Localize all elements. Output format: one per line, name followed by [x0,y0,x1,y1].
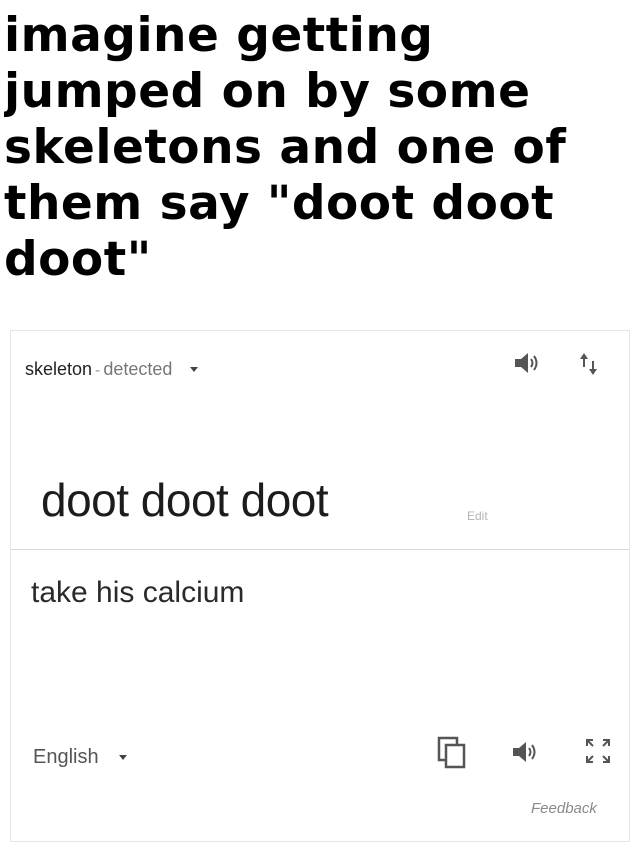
target-language-label: English [33,746,99,768]
meme-caption: imagine getting jumped on by some skelet… [4,8,567,287]
source-language-label: skeleton [25,359,93,379]
swap-languages-icon[interactable] [577,351,601,377]
feedback-link[interactable]: Feedback [531,800,597,817]
expand-icon[interactable] [583,736,613,766]
target-panel: take his calcium English Feedback [11,550,629,841]
language-separator: - [95,362,101,379]
translation-card: skeleton - detected doot doot doot Edit … [10,330,630,842]
source-language-selector[interactable]: skeleton - detected [25,359,199,380]
detected-label: detected [103,359,173,379]
copy-icon[interactable] [437,736,467,770]
dropdown-arrow-icon[interactable] [118,755,127,760]
edit-link[interactable]: Edit [467,509,488,523]
translated-text: take his calcium [31,576,245,609]
speaker-icon[interactable] [513,351,541,375]
target-language-selector[interactable]: English [33,746,127,769]
source-panel: skeleton - detected doot doot doot Edit [11,331,629,550]
source-text[interactable]: doot doot doot [41,473,329,527]
dropdown-arrow-icon[interactable] [190,367,199,372]
speaker-icon[interactable] [511,740,539,764]
